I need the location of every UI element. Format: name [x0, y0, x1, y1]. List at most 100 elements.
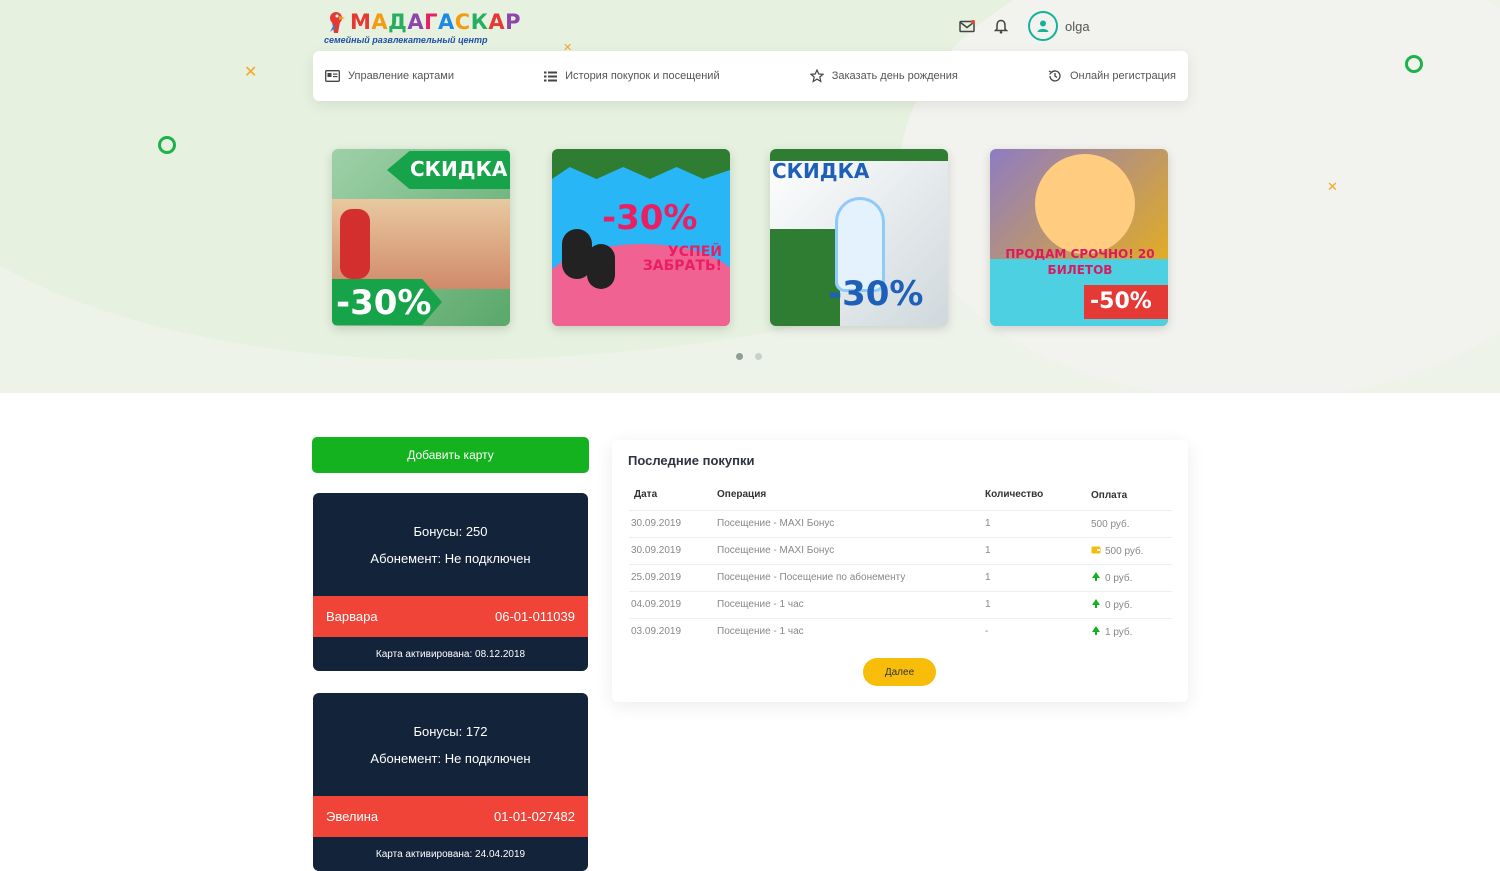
table-header-row: Дата Операция Количество Оплата [629, 484, 1172, 510]
cell-operation: Посещение - 1 час [717, 617, 985, 645]
cell-date: 03.09.2019 [629, 617, 717, 645]
hero-section: ✕ ✕ ✕ МАДАГАСКАР семейный развлекательны… [0, 0, 1500, 393]
brand-name: МАДАГАСКАР [350, 10, 522, 34]
table-row: 03.09.2019 Посещение - 1 час - 1 руб. [629, 617, 1172, 645]
nav-order-birthday[interactable]: Заказать день рождения [809, 69, 958, 83]
decor-cross: ✕ [1327, 180, 1338, 195]
cell-payment: 0 руб. [1091, 564, 1172, 591]
banner-bottom-text: -50% [1090, 289, 1152, 314]
main-nav: Управление картами История покупок и пос… [313, 51, 1188, 101]
nav-label: История покупок и посещений [565, 70, 720, 82]
nav-manage-cards[interactable]: Управление картами [325, 70, 454, 82]
banner-child [1035, 154, 1135, 254]
banner-top-text: -30% [602, 198, 698, 238]
card-bonus: Бонусы: 172 [413, 723, 488, 739]
add-card-button[interactable]: Добавить карту [312, 437, 589, 473]
banner-bottom-text: -30% [336, 283, 432, 323]
banner-leaves [552, 149, 730, 179]
wallet-icon [1091, 546, 1101, 557]
next-button[interactable]: Далее [863, 658, 936, 686]
cell-payment: 0 руб. [1091, 591, 1172, 618]
card-number: 06-01-011039 [495, 609, 575, 624]
id-card-icon [325, 70, 340, 82]
table-row: 30.09.2019 Посещение - MAXI Бонус 1 500 руб… [629, 509, 1172, 537]
column-header: Дата [634, 489, 658, 501]
decor-cross: ✕ [244, 62, 258, 81]
cell-date: 30.09.2019 [629, 536, 717, 564]
tree-icon [1091, 572, 1101, 584]
table-row: 30.09.2019 Посещение - MAXI Бонус 1 500 руб… [629, 536, 1172, 564]
cell-operation: Посещение - Посещение по абонементу [717, 563, 985, 591]
cell-quantity: - [985, 617, 1091, 645]
banner-bottom-text: УСПЕЙ ЗАБРАТЬ! [642, 244, 722, 274]
promo-banner-4[interactable]: ПРОДАМ СРОЧНО! 20 БИЛЕТОВ -50% [990, 149, 1168, 326]
cell-quantity: 1 [985, 536, 1091, 564]
carousel-dot[interactable] [755, 353, 762, 360]
bell-icon[interactable] [990, 15, 1012, 37]
column-header: Оплата [1091, 489, 1128, 501]
table-row: 25.09.2019 Посещение - Посещение по абоне… [629, 563, 1172, 591]
carousel-dot[interactable] [736, 353, 743, 360]
nav-online-registration[interactable]: Онлайн регистрация [1048, 69, 1176, 83]
cell-date: 30.09.2019 [629, 509, 717, 537]
username[interactable]: olga [1065, 19, 1090, 34]
cell-operation: Посещение - MAXI Бонус [717, 536, 985, 564]
card-holder-bar: Эвелина 01-01-027482 [313, 796, 588, 837]
cell-quantity: 1 [985, 563, 1091, 591]
payment-amount: 500 руб. [1105, 545, 1144, 557]
card-bonus: Бонусы: 250 [413, 523, 488, 539]
loyalty-card[interactable]: Бонусы: 172 Абонемент: Не подключен Эвел… [313, 693, 588, 871]
panel-title: Последние покупки [628, 453, 755, 468]
mail-icon[interactable] [956, 15, 978, 37]
tree-icon [1091, 626, 1101, 638]
card-activated: Карта активирована: 08.12.2018 [375, 648, 526, 660]
banner-figure [340, 209, 370, 279]
loyalty-card[interactable]: Бонусы: 250 Абонемент: Не подключен Варв… [313, 493, 588, 671]
decor-ring [1405, 55, 1423, 73]
nav-label: Заказать день рождения [831, 70, 958, 82]
avatar[interactable] [1028, 11, 1058, 41]
card-number: 01-01-027482 [494, 809, 575, 824]
cell-quantity: 1 [985, 509, 1091, 537]
card-subscription: Абонемент: Не подключен [370, 750, 531, 766]
decor-ring [158, 136, 176, 154]
list-icon [544, 71, 558, 81]
card-info: Бонусы: 172 Абонемент: Не подключен [313, 693, 588, 796]
nav-purchase-history[interactable]: История покупок и посещений [544, 70, 720, 82]
clock-icon [1048, 70, 1061, 82]
payment-amount: 500 руб. [1091, 518, 1130, 530]
cell-payment: 1 руб. [1091, 618, 1172, 645]
cell-payment: 500 руб. [1091, 510, 1172, 537]
cell-quantity: 1 [985, 590, 1091, 618]
payment-amount: 1 руб. [1105, 626, 1133, 638]
cell-date: 04.09.2019 [629, 590, 717, 618]
star-icon [809, 69, 824, 83]
banner-bottom-text: -30% [828, 274, 924, 314]
parrot-logo-icon [330, 12, 345, 33]
carousel-pagination [736, 353, 774, 360]
recent-purchases-panel: Последние покупки Дата Операция Количест… [612, 440, 1188, 702]
brand-tagline: семейный развлекательный центр [324, 35, 488, 45]
cell-operation: Посещение - MAXI Бонус [717, 509, 985, 537]
header-actions: olga [956, 10, 1090, 42]
brand-logo[interactable]: МАДАГАСКАР семейный развлекательный цент… [324, 8, 521, 48]
tree-icon [1091, 599, 1101, 611]
nav-label: Управление картами [348, 70, 454, 82]
cell-operation: Посещение - 1 час [717, 590, 985, 618]
card-holder-name: Эвелина [326, 809, 379, 824]
promo-banner-1[interactable]: СКИДКА -30% [332, 149, 510, 326]
banner-top-text: СКИДКА [772, 159, 870, 183]
promo-banner-2[interactable]: -30% УСПЕЙ ЗАБРАТЬ! [552, 149, 730, 326]
card-activated: Карта активирована: 24.04.2019 [375, 848, 526, 860]
banner-penguin [587, 244, 615, 289]
promo-banner-3[interactable]: СКИДКА -30% [770, 149, 948, 326]
purchases-table: Дата Операция Количество Оплата 30.09.20… [629, 484, 1172, 645]
banner-top-text: ПРОДАМ СРОЧНО! 20 БИЛЕТОВ [1005, 247, 1155, 277]
card-holder-name: Варвара [326, 609, 378, 624]
cell-payment: 500 руб. [1091, 537, 1172, 564]
card-subscription: Абонемент: Не подключен [370, 550, 531, 566]
payment-amount: 0 руб. [1105, 599, 1133, 611]
user-icon [1037, 20, 1049, 32]
banner-top-text: СКИДКА [410, 157, 508, 181]
card-info: Бонусы: 250 Абонемент: Не подключен [313, 493, 588, 596]
